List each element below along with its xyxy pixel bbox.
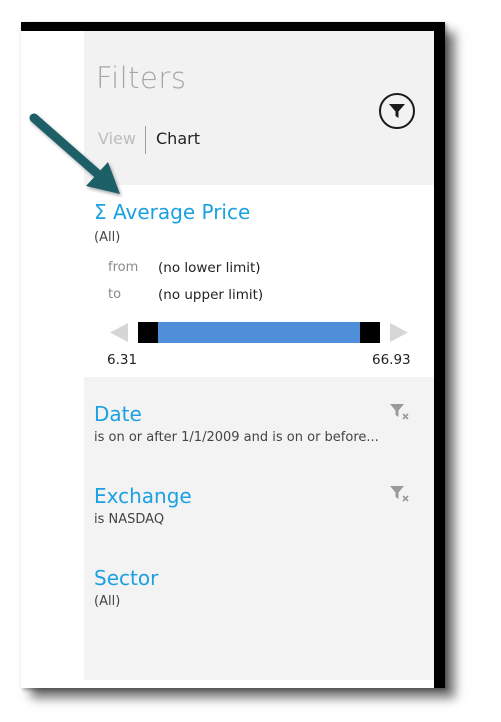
filter-item-exchange[interactable]: Exchange is NASDAQ [84, 484, 434, 564]
panel-title: Filters [96, 61, 187, 95]
to-value[interactable]: (no upper limit) [158, 287, 263, 303]
range-slider-max-handle[interactable] [360, 322, 380, 343]
filter-subtitle: (All) [94, 594, 121, 609]
from-label: from [108, 260, 139, 275]
filter-subtitle: is NASDAQ [94, 512, 165, 527]
filter-title[interactable]: Date [94, 402, 142, 426]
filters-panel: Filters View Chart Σ Average Price (All)… [84, 31, 434, 680]
filter-toggle-button[interactable] [379, 93, 415, 129]
clear-filter-icon[interactable] [389, 484, 411, 504]
tab-chart[interactable]: Chart [156, 129, 200, 148]
window-top-border [21, 22, 445, 31]
from-value[interactable]: (no lower limit) [158, 260, 261, 276]
filter-item-date[interactable]: Date is on or after 1/1/2009 and is on o… [84, 402, 434, 482]
slider-left-arrow-icon[interactable] [108, 322, 130, 343]
filter-title[interactable]: Exchange [94, 484, 192, 508]
slider-max-value: 66.93 [372, 352, 411, 368]
to-label: to [108, 287, 122, 302]
funnel-icon [389, 104, 405, 118]
average-price-filter: Σ Average Price (All) from (no lower lim… [84, 185, 434, 377]
callout-arrow-icon [29, 113, 120, 194]
filter-item-sector[interactable]: Sector (All) [84, 566, 434, 646]
range-slider-min-handle[interactable] [138, 322, 158, 343]
clear-filter-icon[interactable] [389, 402, 411, 422]
range-slider-track[interactable] [138, 322, 380, 343]
window-right-border [434, 22, 445, 688]
tab-divider [145, 126, 146, 154]
filter-subtitle: is on or after 1/1/2009 and is on or bef… [94, 430, 379, 445]
average-price-title[interactable]: Σ Average Price [94, 200, 250, 224]
filter-title[interactable]: Sector [94, 566, 158, 590]
panel-header: Filters View Chart [84, 31, 434, 185]
slider-right-arrow-icon[interactable] [388, 322, 410, 343]
slider-min-value: 6.31 [107, 352, 138, 368]
average-price-subtitle: (All) [94, 230, 121, 245]
